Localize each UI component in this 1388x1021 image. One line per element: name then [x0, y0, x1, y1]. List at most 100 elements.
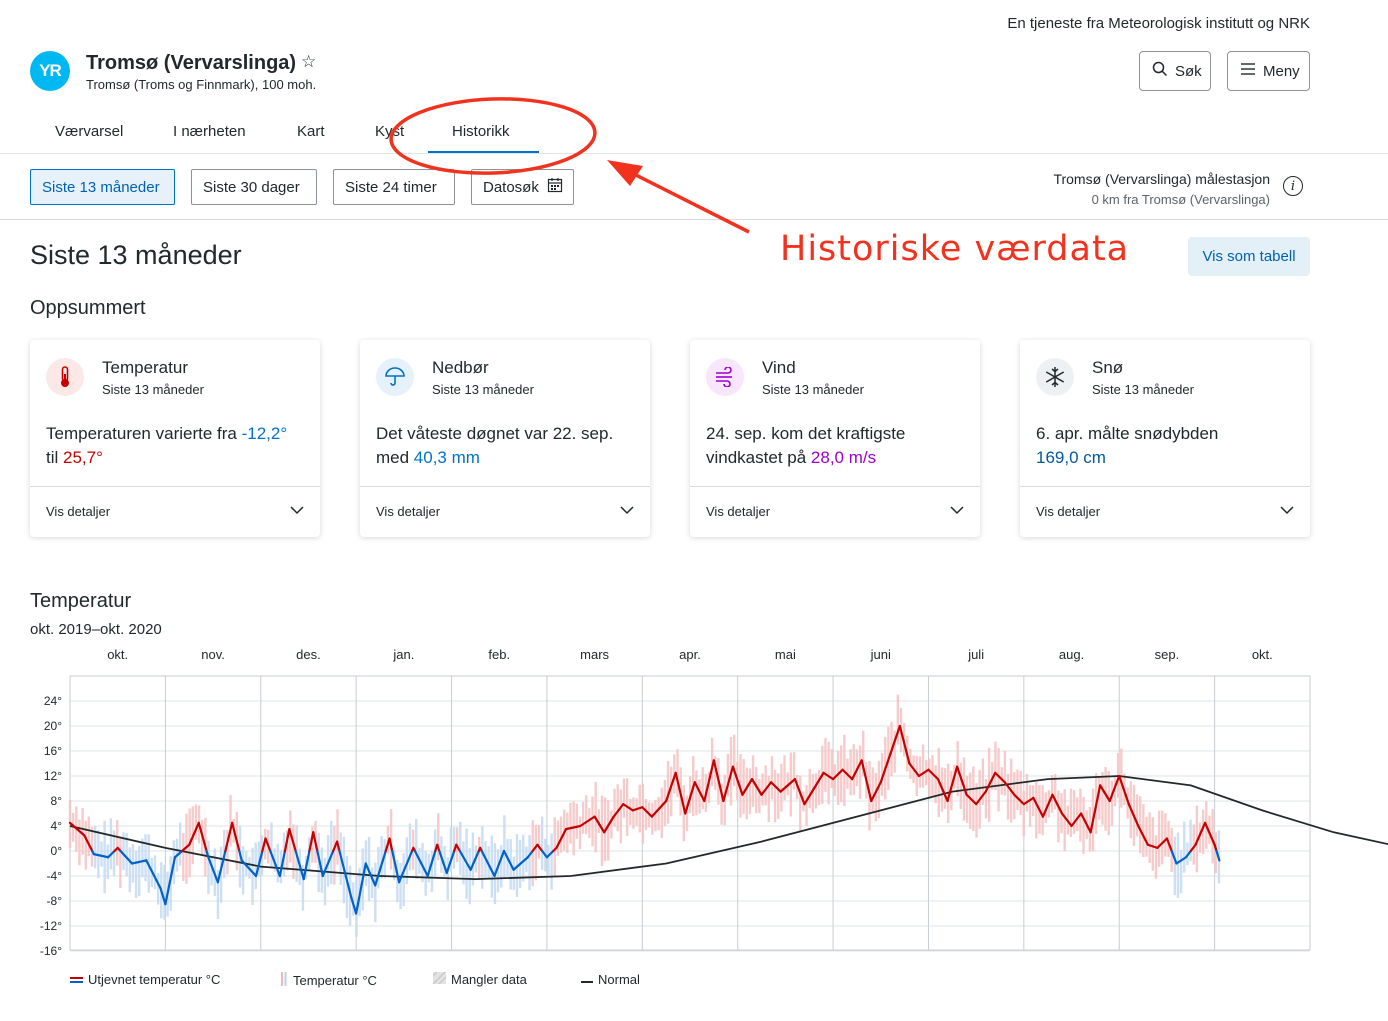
temperature-bar	[871, 767, 874, 814]
show-details-button[interactable]: Vis detaljer	[706, 504, 770, 519]
snowflake-icon	[1036, 358, 1074, 396]
y-tick-label: -4°	[47, 869, 63, 883]
temperature-bar	[635, 798, 638, 826]
temperature-bar	[566, 812, 569, 853]
temperature-bar	[1110, 780, 1114, 826]
temperature-bar	[1164, 813, 1167, 857]
temperature-bar	[972, 766, 975, 832]
temperature-bar	[547, 844, 550, 876]
temperature-bar	[575, 803, 578, 839]
temperature-bar	[138, 845, 141, 897]
temperature-bar	[852, 744, 855, 795]
temperature-bar	[748, 768, 752, 815]
x-tick-label: aug.	[1059, 647, 1084, 662]
temperature-bar	[144, 834, 147, 882]
temperature-bar	[84, 820, 87, 870]
temperature-bar	[1173, 836, 1177, 896]
chevron-down-icon[interactable]	[1280, 503, 1294, 522]
temperature-bar	[1072, 790, 1076, 834]
annotation-text: Historiske værdata	[780, 229, 1130, 269]
temperature-bar	[333, 825, 336, 885]
legend-temperature: Temperatur °C	[280, 972, 377, 989]
temperature-bar	[336, 809, 339, 865]
legend-missing-label: Mangler data	[451, 972, 527, 987]
temperature-bar	[100, 841, 103, 867]
temperature-bar	[915, 755, 918, 797]
temperature-bar	[1016, 769, 1019, 810]
temperature-bar	[116, 820, 119, 866]
card-title: Nedbør	[432, 358, 489, 377]
temperature-bar	[641, 783, 645, 844]
temperature-bar	[585, 795, 588, 835]
annotation-ellipse	[389, 97, 597, 175]
temperature-bar	[836, 750, 840, 805]
temperature-bar	[632, 797, 635, 829]
temperature-bar	[918, 756, 922, 788]
temperature-bar	[569, 802, 572, 844]
temperature-chart: 24° 20° 16° 12° 8° 4° 0° -4° -8° -12° -16° okt. nov.…	[40, 647, 1388, 958]
temperature-bar	[207, 840, 210, 895]
temperature-bar	[380, 836, 383, 879]
temperature-bar	[792, 752, 796, 790]
temperature-bar	[81, 807, 84, 855]
x-tick-label: nov.	[201, 647, 225, 662]
x-tick-label: sep.	[1155, 647, 1180, 662]
temperature-bar	[323, 857, 327, 906]
temperature-bar	[943, 768, 947, 809]
thermometer-icon	[46, 358, 84, 396]
temperature-bar	[1148, 812, 1151, 863]
chevron-down-icon[interactable]	[290, 503, 304, 522]
card-summary: Temperaturen varierte fra -12,2° til 25,…	[46, 424, 288, 467]
card-summary: Det våteste døgnet var 22. sep. med 40,3…	[376, 424, 614, 467]
temperature-bar	[1003, 750, 1007, 796]
y-tick-label: -12°	[40, 919, 62, 933]
temperature-bar	[754, 766, 758, 814]
temperature-bar	[163, 864, 166, 920]
temperature-bar	[984, 778, 988, 819]
max-wind-gust-value: 28,0 m/s	[810, 448, 877, 467]
temperature-bar	[830, 749, 833, 789]
temperature-bar	[156, 872, 160, 905]
temperature-bar	[251, 847, 254, 905]
card-summary: 24. sep. kom det kraftigste vindkastet p…	[706, 424, 906, 467]
temperature-bar	[292, 824, 295, 879]
temperature-bar	[1107, 771, 1110, 835]
temperature-bar	[1019, 770, 1022, 815]
temperature-bar	[377, 846, 380, 889]
temperature-bar	[607, 800, 610, 861]
chevron-down-icon[interactable]	[620, 503, 634, 522]
temperature-bar	[128, 847, 132, 893]
show-details-button[interactable]: Vis detaljer	[46, 504, 110, 519]
temperature-bar	[858, 745, 862, 799]
temperature-bar	[783, 755, 786, 801]
temperature-bar	[182, 832, 185, 881]
temperature-bar	[134, 850, 138, 899]
temperature-bar	[1028, 784, 1032, 827]
temperature-bar	[701, 767, 704, 810]
temperature-bar	[1101, 772, 1104, 825]
temperature-bar	[770, 756, 774, 800]
temperature-bar	[975, 783, 978, 838]
annotation-arrow-line	[627, 169, 750, 234]
show-details-button[interactable]: Vis detaljer	[1036, 504, 1100, 519]
temperature-bar	[745, 767, 748, 820]
temperature-bar	[824, 738, 827, 793]
temperature-bar	[591, 796, 594, 847]
temperature-bar	[613, 788, 616, 827]
temperature-bar	[1076, 797, 1079, 832]
legend-normal-label: Normal	[598, 972, 640, 987]
show-details-button[interactable]: Vis detaljer	[376, 504, 440, 519]
temperature-bar	[374, 862, 377, 923]
temperature-bar	[651, 802, 654, 835]
temperature-bar	[270, 822, 273, 868]
temperature-bar	[1176, 832, 1180, 899]
temperature-bar	[478, 836, 481, 880]
temperature-bar	[805, 784, 808, 826]
temperature-bar	[780, 763, 783, 812]
card-subtitle: Siste 13 måneder	[1092, 382, 1194, 397]
chevron-down-icon[interactable]	[950, 503, 964, 522]
legend-normal: Normal	[581, 972, 640, 987]
legend-smoothed-label: Utjevnet temperatur °C	[88, 972, 221, 987]
temperature-bar	[928, 758, 931, 797]
temperature-bar	[588, 808, 591, 839]
